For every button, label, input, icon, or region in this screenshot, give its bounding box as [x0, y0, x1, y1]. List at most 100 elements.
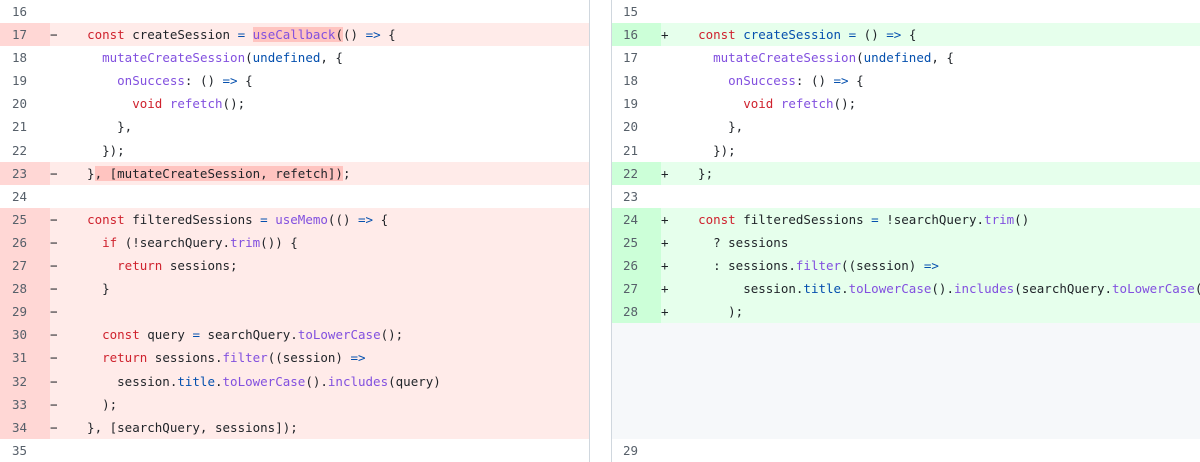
diff-line-context: 22 });: [0, 138, 589, 162]
code-token: ().: [305, 373, 328, 389]
diff-empty-row: [611, 323, 1200, 347]
code-content: ? sessions: [683, 231, 1200, 254]
diff-line-del: 34− }, [searchQuery, sessions]);: [0, 415, 589, 439]
code-token: refetch: [169, 96, 223, 112]
line-number[interactable]: 23: [0, 161, 50, 185]
code-token: ((session): [841, 258, 924, 274]
code-token: : sessions.: [683, 258, 796, 274]
line-number[interactable]: 28: [0, 277, 50, 301]
diff-empty-row: [611, 369, 1200, 393]
code-token: onSuccess: [728, 73, 796, 89]
code-token: ? sessions: [683, 234, 789, 250]
diff-pane-new: 15 16 + const createSession = () => {17 mu…: [611, 0, 1200, 462]
pane-divider-right: [611, 0, 612, 462]
code-token: title: [177, 373, 215, 389]
line-number[interactable]: 28: [611, 300, 661, 324]
line-number[interactable]: 27: [0, 254, 50, 278]
line-number[interactable]: 32: [0, 369, 50, 393]
diff-line-del: 30− const query = searchQuery.toLowerCas…: [0, 323, 589, 347]
diff-line-context: 19 void refetch();: [611, 92, 1200, 116]
code-token: {: [237, 73, 253, 89]
code-token: });: [683, 142, 736, 158]
code-token: {: [380, 27, 396, 43]
code-content: void refetch();: [683, 92, 1200, 115]
line-number[interactable]: 23: [611, 185, 661, 208]
line-number[interactable]: 26: [611, 254, 661, 278]
diff-marker: −: [50, 419, 58, 435]
diff-marker: +: [661, 304, 669, 320]
code-token: ((session): [267, 350, 351, 366]
diff-marker: +: [661, 211, 669, 227]
code-content: mutateCreateSession(undefined, {: [683, 46, 1200, 69]
diff-line-context: 21 });: [611, 138, 1200, 162]
diff-line-add: 26 + : sessions.filter((session) =>: [611, 254, 1200, 278]
line-number[interactable]: 24: [0, 185, 50, 208]
line-number[interactable]: 19: [611, 92, 661, 115]
line-number[interactable]: 24: [611, 207, 661, 231]
code-token: const: [87, 211, 125, 227]
line-number[interactable]: 33: [0, 392, 50, 416]
line-number[interactable]: 21: [0, 115, 50, 138]
code-token: , {: [320, 50, 343, 66]
code-token: =>: [358, 211, 374, 227]
line-number[interactable]: 22: [611, 161, 661, 185]
code-token: };: [683, 165, 714, 181]
diff-line-del: 27− return sessions;: [0, 254, 589, 278]
line-number[interactable]: 16: [0, 0, 50, 23]
line-number[interactable]: 25: [0, 207, 50, 231]
line-number[interactable]: 16: [611, 23, 661, 47]
code-token: query: [139, 327, 193, 343]
diff-marker: −: [50, 165, 58, 181]
diff-line-context: 19 onSuccess: () => {: [0, 69, 589, 93]
code-token: .: [841, 281, 849, 297]
code-token: =>: [833, 73, 849, 89]
line-number[interactable]: 20: [611, 115, 661, 138]
code-token: );: [683, 304, 744, 320]
line-number[interactable]: 21: [611, 139, 661, 162]
line-number[interactable]: 27: [611, 277, 661, 301]
diff-marker: −: [50, 281, 58, 297]
line-number[interactable]: 17: [0, 23, 50, 47]
line-number[interactable]: 29: [0, 300, 50, 324]
diff-line-context: 17 mutateCreateSession(undefined, {: [611, 46, 1200, 70]
code-token: : (): [795, 73, 834, 89]
line-number[interactable]: 18: [0, 46, 50, 69]
code-token: const: [698, 27, 736, 43]
line-number[interactable]: 19: [0, 69, 50, 92]
code-token: }: [72, 281, 110, 297]
diff-line-del: 23− }, [mutateCreateSession, refetch]);: [0, 161, 589, 185]
code-content: },: [72, 115, 589, 138]
code-token: mutateCreateSession: [713, 50, 857, 66]
line-number[interactable]: 34: [0, 415, 50, 439]
code-token: const: [87, 27, 125, 43]
code-token: (searchQuery.: [1014, 281, 1113, 297]
code-token: filter: [222, 350, 268, 366]
code-token: .: [215, 373, 223, 389]
line-number[interactable]: 20: [0, 92, 50, 115]
code-token: sessions.: [147, 350, 223, 366]
line-number[interactable]: 31: [0, 346, 50, 370]
code-content: return sessions;: [72, 254, 589, 277]
line-number[interactable]: 22: [0, 139, 50, 162]
line-number[interactable]: 18: [611, 69, 661, 92]
code-token: });: [72, 142, 125, 158]
diff-marker: −: [50, 373, 58, 389]
line-number[interactable]: 17: [611, 46, 661, 69]
line-number[interactable]: 25: [611, 230, 661, 255]
code-token: searchQuery.: [199, 327, 298, 343]
code-content: }, [searchQuery, sessions]);: [72, 416, 589, 439]
code-token: {: [848, 73, 864, 89]
code-token: filteredSessions: [735, 211, 872, 227]
code-token: =>: [365, 27, 381, 43]
code-token: =: [260, 211, 268, 227]
line-number[interactable]: 29: [611, 439, 661, 462]
code-token: =: [871, 211, 879, 227]
line-number[interactable]: 35: [0, 439, 50, 462]
line-number[interactable]: 30: [0, 323, 50, 347]
line-number[interactable]: 15: [611, 0, 661, 23]
line-number[interactable]: 26: [0, 230, 50, 255]
